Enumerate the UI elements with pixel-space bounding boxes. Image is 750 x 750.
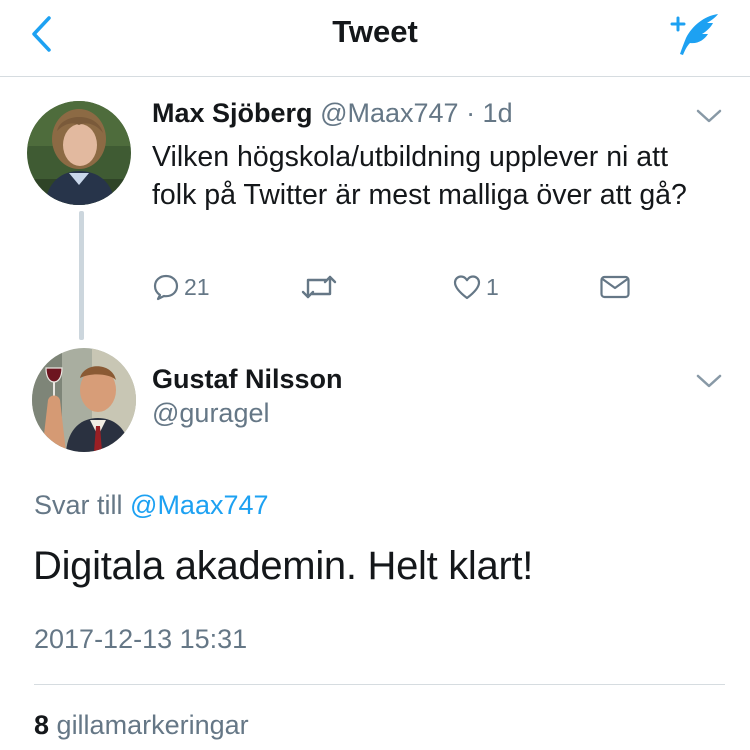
reply-button[interactable]: 21 [152, 270, 210, 304]
retweet-icon [301, 275, 337, 299]
reply-header: Gustaf Nilsson [152, 364, 343, 395]
reply-author-name[interactable]: Gustaf Nilsson [152, 364, 343, 394]
compose-tweet-icon [670, 14, 718, 55]
reply-to-line: Svar till @Maax747 [34, 490, 269, 521]
direct-message-button[interactable] [599, 270, 631, 304]
reply-author-handle[interactable]: @guragel [152, 398, 269, 429]
like-count: 1 [486, 273, 499, 300]
tweet-header: Max Sjöberg @Maax747 · 1d [152, 98, 513, 129]
like-button[interactable]: 1 [452, 270, 499, 304]
likes-summary[interactable]: 8 gillamarkeringar [34, 710, 249, 741]
thread-line [79, 211, 84, 340]
tweet-text: Vilken högskola/utbildning upplever ni a… [152, 141, 687, 211]
author-handle[interactable]: @Maax747 [320, 98, 458, 128]
reply-chevron-down-icon[interactable] [695, 372, 723, 390]
avatar-gustaf[interactable] [32, 348, 136, 452]
heart-icon [453, 275, 481, 300]
reply-tweet-text: Digitala akademin. Helt klart! [33, 544, 534, 588]
tweet-timestamp: 2017-12-13 15:31 [34, 624, 248, 654]
reply-prefix: Svar till [34, 490, 123, 520]
page-title: Tweet [332, 14, 418, 49]
compose-tweet-button[interactable] [664, 8, 724, 60]
chevron-down-icon[interactable] [695, 107, 723, 125]
divider [34, 684, 725, 685]
mail-icon [600, 275, 630, 299]
likes-label: gillamarkeringar [56, 710, 249, 740]
tweet-time: · 1d [466, 98, 513, 128]
retweet-button[interactable] [300, 270, 338, 304]
reply-to-handle-link[interactable]: @Maax747 [130, 490, 268, 520]
reply-count: 21 [184, 273, 210, 300]
avatar-max[interactable] [27, 101, 131, 205]
likes-count: 8 [34, 710, 50, 740]
reply-icon [153, 274, 179, 301]
author-name[interactable]: Max Sjöberg [152, 98, 313, 128]
nav-bar: Tweet [0, 0, 750, 77]
